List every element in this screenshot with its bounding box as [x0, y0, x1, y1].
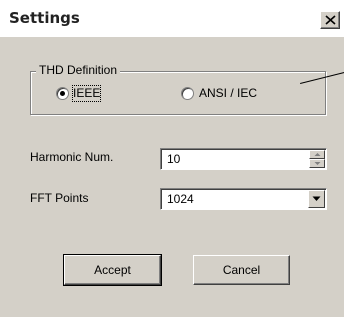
stepper-down-button[interactable] — [309, 159, 325, 168]
accept-button[interactable]: Accept — [63, 254, 162, 286]
fft-points-value: 1024 — [167, 192, 194, 206]
stepper-up-button[interactable] — [309, 150, 325, 159]
fft-points-label: FFT Points — [30, 191, 89, 205]
title-bar[interactable]: Settings — [0, 0, 344, 37]
up-arrow-icon — [314, 153, 321, 156]
fft-points-dropdown[interactable]: 1024 — [160, 188, 327, 210]
radio-ansi-iec-label[interactable]: ANSI / IEC — [199, 86, 257, 101]
thd-definition-legend: THD Definition — [36, 63, 121, 78]
radio-ieee-label[interactable]: IEEE — [71, 85, 102, 102]
dialog-body: THD Definition IEEE ANSI / IEC Harmonic … — [0, 37, 344, 317]
dialog-title: Settings — [9, 9, 80, 27]
harmonic-num-value[interactable]: 10 — [167, 152, 180, 167]
radio-ansi-iec[interactable] — [181, 87, 194, 100]
close-button[interactable] — [320, 11, 340, 29]
chevron-down-icon — [312, 196, 321, 201]
radio-selected-dot — [60, 91, 65, 96]
settings-dialog: Settings THD Definition IEEE ANSI / IEC … — [0, 0, 344, 317]
close-icon — [325, 15, 336, 25]
dropdown-button[interactable] — [308, 190, 325, 208]
radio-ieee[interactable] — [56, 87, 69, 100]
down-arrow-icon — [314, 162, 321, 165]
harmonic-num-label: Harmonic Num. — [30, 150, 114, 164]
harmonic-num-stepper[interactable]: 10 — [160, 148, 327, 170]
stepper-buttons — [309, 150, 325, 168]
cancel-button[interactable]: Cancel — [193, 255, 290, 285]
